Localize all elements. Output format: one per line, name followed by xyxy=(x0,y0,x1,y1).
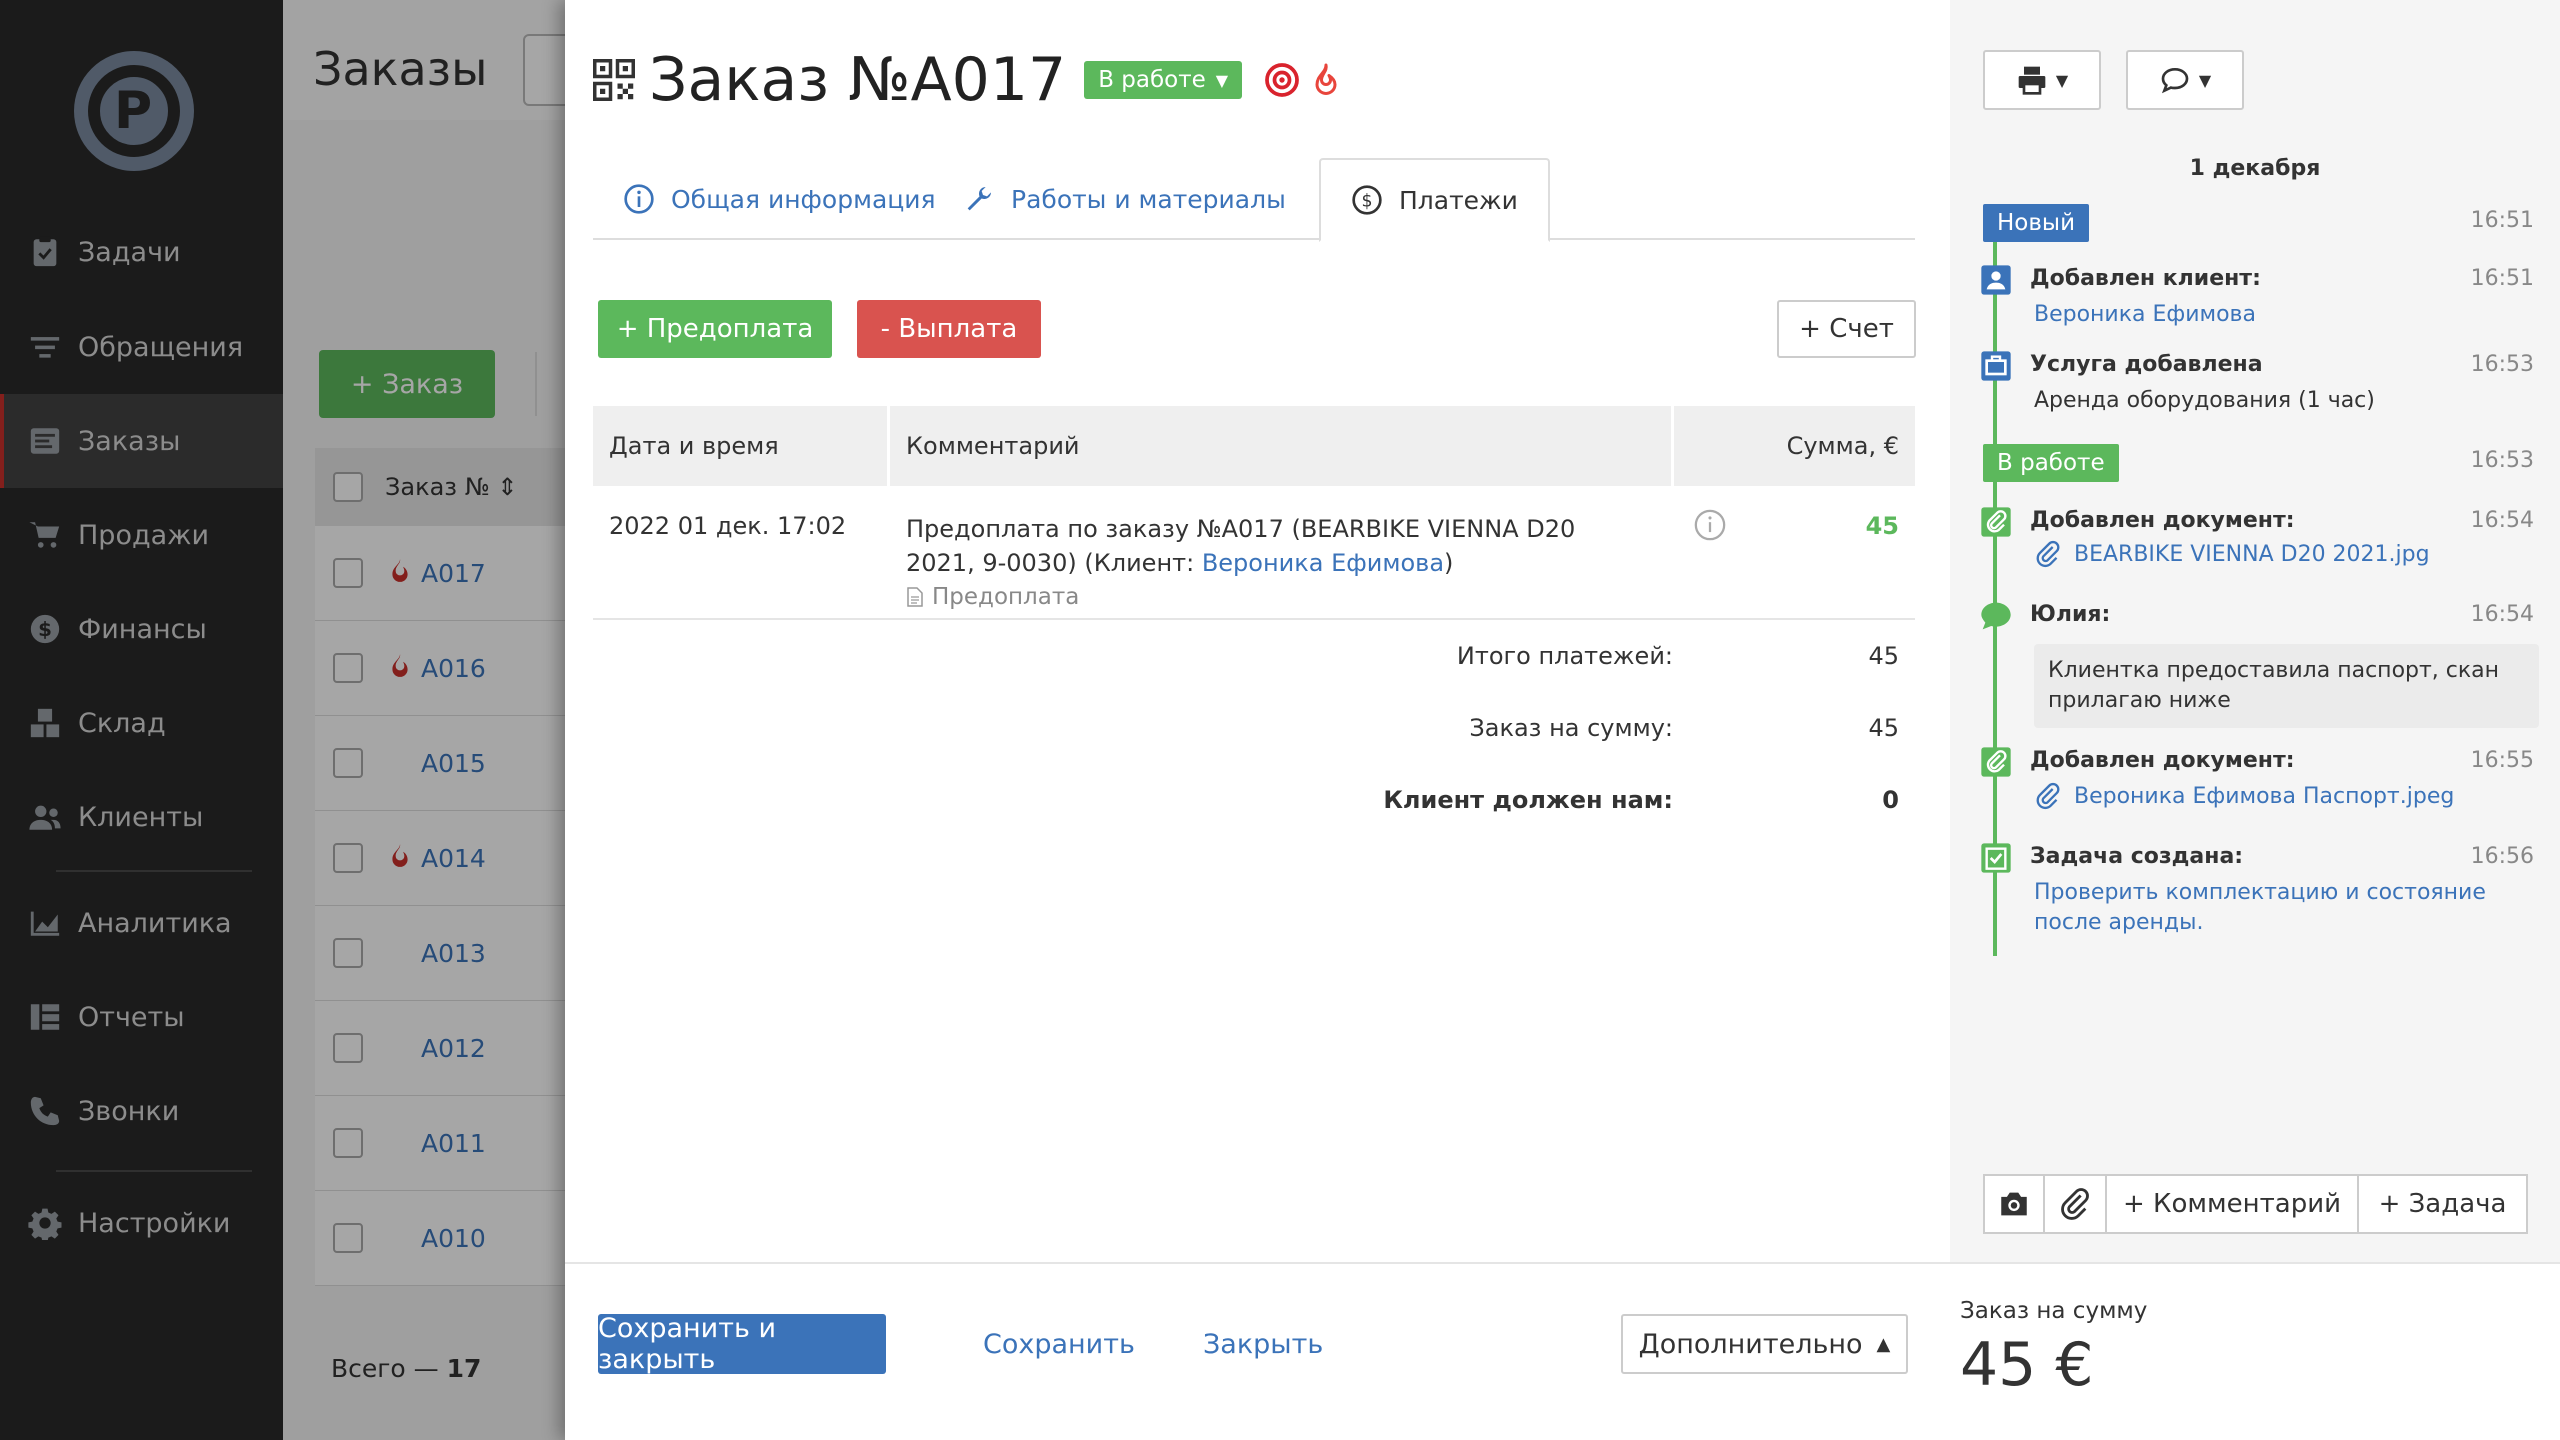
order-tabs: Общая информация Работы и материалы $ Пл… xyxy=(593,158,1915,242)
save-and-close-button[interactable]: Сохранить и закрыть xyxy=(598,1313,886,1375)
status-badge-in-work: В работе xyxy=(1983,444,2119,482)
total-payments-value: 45 xyxy=(1868,642,1899,670)
paperclip-icon xyxy=(2036,540,2060,568)
task-link[interactable]: Проверить комплектацию и состояние после… xyxy=(2034,878,2534,938)
client-link[interactable]: Вероника Ефимова xyxy=(1202,549,1444,577)
history-actions: + Комментарий + Задача xyxy=(1983,1174,2530,1234)
tab-general-info[interactable]: Общая информация xyxy=(593,158,966,240)
footer-order-total: Заказ на сумму 45 € xyxy=(1960,1298,2148,1400)
add-task-button[interactable]: + Задача xyxy=(2357,1174,2528,1234)
task-icon xyxy=(1981,843,2011,873)
history-panel: ▼ ▼ 1 декабря Новый 16:51 Добавлен клиен… xyxy=(1950,0,2560,1262)
client-icon xyxy=(1981,265,2011,295)
close-button[interactable]: Закрыть xyxy=(1203,1314,1323,1374)
chevron-down-icon: ▼ xyxy=(2198,70,2212,90)
camera-icon xyxy=(2001,1192,2027,1216)
paperclip-icon xyxy=(2061,1188,2089,1220)
order-header: Заказ №A017 В работе ▼ xyxy=(593,40,1344,120)
chat-bubble-icon xyxy=(2161,67,2189,94)
timeline-client-link[interactable]: Вероника Ефимова xyxy=(2034,300,2534,330)
order-title: Заказ №A017 xyxy=(649,45,1067,115)
chevron-up-icon: ▲ xyxy=(1876,1333,1891,1355)
client-owes-value: 0 xyxy=(1882,786,1899,814)
attachment-link[interactable]: Вероника Ефимова Паспорт.jpeg xyxy=(2034,782,2454,810)
status-badge-new: Новый xyxy=(1983,204,2090,242)
target-icon[interactable] xyxy=(1264,62,1300,98)
total-payments-row: Итого платежей: 45 xyxy=(1456,642,1899,670)
payment-date: 2022 01 дек. 17:02 xyxy=(609,512,847,540)
order-modal: Заказ №A017 В работе ▼ Общая информация Р… xyxy=(565,0,2560,1440)
add-prepayment-button[interactable]: + Предоплата xyxy=(598,300,832,358)
more-dropdown-button[interactable]: Дополнительно ▲ xyxy=(1621,1314,1908,1374)
info-icon[interactable] xyxy=(1693,508,1727,542)
briefcase-icon xyxy=(1981,351,2011,381)
print-dropdown-button[interactable]: ▼ xyxy=(1983,50,2101,110)
printer-icon xyxy=(2018,66,2046,95)
attachment-link[interactable]: BEARBIKE VIENNA D20 2021.jpg xyxy=(2034,540,2430,568)
tab-works-materials[interactable]: Работы и материалы xyxy=(933,158,1316,240)
qr-code-icon[interactable] xyxy=(593,59,635,101)
chevron-down-icon: ▼ xyxy=(2055,70,2069,90)
order-sum-row: Заказ на сумму: 45 xyxy=(1469,714,1899,742)
attachment-icon xyxy=(1981,747,2011,777)
status-dropdown[interactable]: В работе ▼ xyxy=(1084,61,1243,99)
table-row[interactable]: 2022 01 дек. 17:02 Предоплата по заказу … xyxy=(593,486,1915,620)
document-icon xyxy=(907,587,923,607)
payment-type: Предоплата xyxy=(906,580,1646,614)
wrench-icon xyxy=(967,186,992,211)
tab-payments[interactable]: $ Платежи xyxy=(1319,158,1550,242)
order-sum-value: 45 xyxy=(1868,714,1899,742)
modal-footer: Сохранить и закрыть Сохранить Закрыть До… xyxy=(565,1262,2560,1440)
fire-icon[interactable] xyxy=(1308,62,1344,98)
order-total-amount: 45 € xyxy=(1960,1330,2094,1400)
column-comment: Комментарий xyxy=(890,406,1671,486)
comment-icon xyxy=(1981,602,2011,630)
paperclip-icon xyxy=(2036,782,2060,810)
add-photo-button[interactable] xyxy=(1983,1174,2045,1234)
payment-sum: 45 xyxy=(1865,512,1899,540)
attach-file-button[interactable] xyxy=(2043,1174,2107,1234)
info-icon xyxy=(624,184,654,214)
comment-bubble: Клиентка предоставила паспорт, скан прил… xyxy=(2034,644,2539,728)
chevron-down-icon: ▼ xyxy=(1215,70,1229,90)
save-button[interactable]: Сохранить xyxy=(983,1314,1135,1374)
attachment-icon xyxy=(1981,507,2011,537)
client-owes-row: Клиент должен нам: 0 xyxy=(1383,786,1899,814)
message-dropdown-button[interactable]: ▼ xyxy=(2126,50,2244,110)
timeline-date: 1 декабря xyxy=(2189,156,2321,181)
payout-button[interactable]: - Выплата xyxy=(857,300,1041,358)
payment-comment: Предоплата по заказу №A017 (BEARBIKE VIE… xyxy=(906,512,1646,614)
column-sum: Сумма, € xyxy=(1674,406,1915,486)
dollar-circle-icon: $ xyxy=(1352,185,1382,215)
svg-text:$: $ xyxy=(1361,192,1372,212)
add-comment-button[interactable]: + Комментарий xyxy=(2105,1174,2359,1234)
column-date: Дата и время xyxy=(593,406,887,486)
add-invoice-button[interactable]: + Счет xyxy=(1777,300,1916,358)
modal-backdrop[interactable] xyxy=(0,0,565,1440)
